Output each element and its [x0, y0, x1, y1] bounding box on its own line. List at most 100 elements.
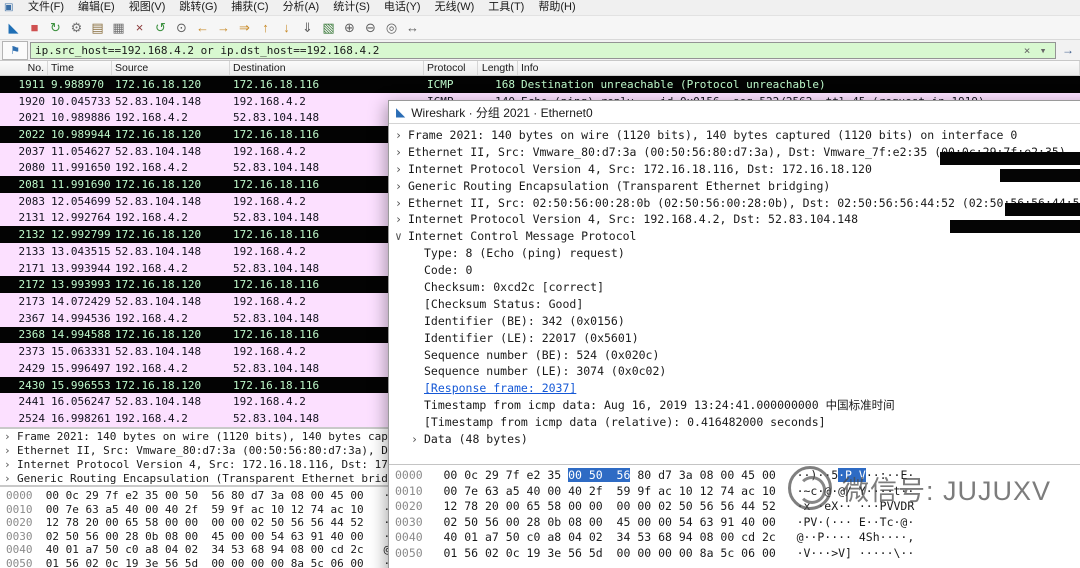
hex-row[interactable]: 0040 40 01 a7 50 c0 a8 04 02 34 53 68 94…	[395, 530, 1080, 546]
hex-offset: 0040	[6, 543, 46, 556]
restart-capture-icon[interactable]: ↻	[45, 18, 66, 38]
expander-icon[interactable]: ›	[395, 195, 408, 212]
open-file-icon[interactable]: ▤	[87, 18, 108, 38]
tree-item[interactable]: [Checksum Status: Good]	[389, 296, 1080, 313]
menu-item[interactable]: 电话(Y)	[377, 0, 428, 15]
expander-icon[interactable]: ›	[4, 430, 17, 444]
tree-item[interactable]: › Frame 2021: 140 bytes on wire (1120 bit…	[389, 127, 1080, 144]
column-header-length[interactable]: Length	[478, 61, 518, 75]
tree-item[interactable]: › Data (48 bytes)	[389, 431, 1080, 448]
tree-item[interactable]: › Ethernet II, Src: 02:50:56:00:28:0b (02…	[389, 195, 1080, 212]
menu-item[interactable]: 编辑(E)	[71, 0, 122, 15]
popup-title-bar[interactable]: ◣ Wireshark · 分组 2021 · Ethernet0	[389, 101, 1080, 124]
menu-item[interactable]: 捕获(C)	[224, 0, 275, 15]
packet-list-header: No. Time Source Destination Protocol Length In…	[0, 61, 1080, 76]
menu-item[interactable]: 工具(T)	[481, 0, 531, 15]
popup-title-text: Wireshark · 分组 2021 · Ethernet0	[411, 105, 593, 120]
tree-item[interactable]: [Response frame: 2037]	[389, 380, 1080, 397]
capture-options-icon[interactable]: ⚙	[66, 18, 87, 38]
hex-row[interactable]: 0050 01 56 02 0c 19 3e 56 5d 00 00 00 00…	[395, 546, 1080, 562]
hex-offset: 0020	[6, 516, 46, 529]
column-header-destination[interactable]: Destination	[230, 61, 424, 75]
popup-detail-tree: › Frame 2021: 140 bytes on wire (1120 bit…	[389, 124, 1080, 464]
close-file-icon[interactable]: ×	[129, 18, 150, 38]
expander-icon[interactable]: ›	[395, 127, 408, 144]
response-frame-link[interactable]: [Response frame: 2037]	[424, 381, 576, 395]
tree-item[interactable]: Checksum: 0xcd2c [correct]	[389, 279, 1080, 296]
expander-icon[interactable]: ›	[4, 458, 17, 472]
hex-offset: 0030	[6, 529, 46, 543]
stop-capture-icon[interactable]: ■	[24, 18, 45, 38]
filter-text: ip.src_host==192.168.4.2 or ip.dst_host=…	[35, 43, 380, 57]
last-packet-icon[interactable]: ↓	[276, 18, 297, 38]
tree-item[interactable]: Identifier (LE): 22017 (0x5601)	[389, 330, 1080, 347]
hex-offset: 0030	[395, 514, 444, 529]
find-packet-icon[interactable]: ⊙	[171, 18, 192, 38]
selected-bytes: 00 50 56	[568, 468, 631, 482]
go-back-icon[interactable]: ←	[192, 18, 213, 38]
tree-item[interactable]: Code: 0	[389, 262, 1080, 279]
redaction-bar	[940, 152, 1080, 165]
redaction-bar	[1000, 169, 1080, 182]
tree-item[interactable]: Sequence number (BE): 524 (0x020c)	[389, 347, 1080, 364]
filter-bookmark-icon[interactable]: ⚑	[2, 40, 28, 60]
menu-item[interactable]: 无线(W)	[428, 0, 482, 15]
colorize-icon[interactable]: ▧	[318, 18, 339, 38]
first-packet-icon[interactable]: ↑	[255, 18, 276, 38]
hex-offset: 0020	[395, 499, 444, 513]
tree-item[interactable]: Sequence number (LE): 3074 (0x0c02)	[389, 363, 1080, 380]
hex-offset: 0010	[395, 483, 444, 498]
expander-icon[interactable]: ›	[395, 211, 408, 228]
menu-item[interactable]: 视图(V)	[122, 0, 173, 15]
hex-offset: 0000	[395, 468, 444, 482]
go-forward-icon[interactable]: →	[213, 18, 234, 38]
tree-item[interactable]: Identifier (BE): 342 (0x0156)	[389, 313, 1080, 330]
hex-offset: 0010	[6, 502, 46, 516]
apply-filter-icon[interactable]: →	[1058, 42, 1078, 59]
column-header-protocol[interactable]: Protocol	[424, 61, 478, 75]
go-to-packet-icon[interactable]: ⇒	[234, 18, 255, 38]
expander-icon[interactable]: ›	[395, 178, 408, 195]
expander-icon[interactable]: ∨	[395, 228, 408, 245]
zoom-in-icon[interactable]: ⊕	[339, 18, 360, 38]
packet-row[interactable]: 1911 9.988970 172.16.18.120 172.16.18.116 IC…	[0, 76, 1080, 93]
tree-item[interactable]: Timestamp from icmp data: Aug 16, 2019 1…	[389, 397, 1080, 414]
menu-bar-items: 文件(F) 编辑(E) 视图(V) 跳转(G) 捕获(C) 分析(A) 统计(S) 电话(Y)…	[21, 0, 583, 15]
tree-item[interactable]: [Timestamp from icmp data (relative): 0.…	[389, 414, 1080, 431]
clear-filter-icon[interactable]: ×	[1019, 44, 1035, 57]
main-toolbar: ◣ ■ ↻ ⚙ ▤ ▦ × ↺ ⊙ ← → ⇒ ↑ ↓ ⇓ ▧ ⊕ ⊖ ◎ ↔	[0, 16, 1080, 40]
menu-item[interactable]: 统计(S)	[326, 0, 377, 15]
menu-item[interactable]: 跳转(G)	[172, 0, 224, 15]
save-file-icon[interactable]: ▦	[108, 18, 129, 38]
column-header-time[interactable]: Time	[48, 61, 112, 75]
watermark-text: 微信号: JUJUXV	[842, 475, 1052, 506]
expander-icon[interactable]: ›	[4, 472, 17, 485]
zoom-out-icon[interactable]: ⊖	[360, 18, 381, 38]
resize-columns-icon[interactable]: ↔	[402, 18, 423, 38]
menu-item[interactable]: 文件(F)	[21, 0, 71, 15]
column-header-source[interactable]: Source	[112, 61, 230, 75]
column-header-no[interactable]: No.	[0, 61, 48, 75]
menu-item[interactable]: 帮助(H)	[531, 0, 582, 15]
hex-offset: 0050	[6, 556, 46, 568]
filter-dropdown-icon[interactable]: ▾	[1035, 44, 1051, 57]
reload-icon[interactable]: ↺	[150, 18, 171, 38]
app-icon: ▣	[4, 2, 14, 13]
redaction-bar	[950, 220, 1080, 233]
auto-scroll-icon[interactable]: ⇓	[297, 18, 318, 38]
hex-row[interactable]: 0030 02 50 56 00 28 0b 08 00 45 00 00 54…	[395, 515, 1080, 531]
filter-bar: ⚑ ip.src_host==192.168.4.2 or ip.dst_hos…	[0, 40, 1080, 61]
tree-item[interactable]: › Generic Routing Encapsulation (Transpar…	[389, 178, 1080, 195]
menu-item[interactable]: 分析(A)	[276, 0, 327, 15]
filter-input[interactable]: ip.src_host==192.168.4.2 or ip.dst_host=…	[30, 41, 1056, 59]
expander-icon[interactable]: ›	[395, 144, 408, 161]
expander-icon[interactable]: ›	[395, 161, 408, 178]
column-header-info[interactable]: Info	[518, 61, 1080, 75]
tree-item[interactable]: Type: 8 (Echo (ping) request)	[389, 245, 1080, 262]
hex-offset: 0000	[6, 489, 46, 502]
start-capture-icon[interactable]: ◣	[3, 18, 24, 38]
hex-offset: 0040	[395, 530, 444, 544]
expander-icon[interactable]: ›	[4, 444, 17, 458]
zoom-original-icon[interactable]: ◎	[381, 18, 402, 38]
expander-icon[interactable]: ›	[411, 431, 424, 448]
